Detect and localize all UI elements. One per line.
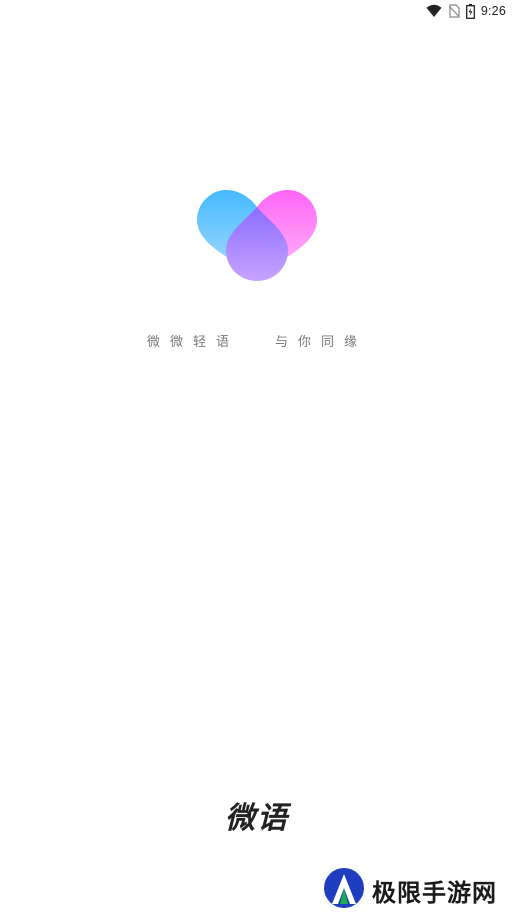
status-bar: 9:26 xyxy=(426,0,514,22)
battery-icon xyxy=(465,3,475,19)
app-logo xyxy=(195,185,319,285)
watermark-logo-icon xyxy=(322,866,366,914)
no-sim-icon xyxy=(448,4,460,18)
splash-screen: 9:26 微微轻语 与你同缘 微语 极限手游网 xyxy=(0,0,514,915)
tagline-part-1: 微微轻语 xyxy=(146,335,239,350)
brand-title: 微语 xyxy=(225,801,289,836)
watermark-text: 极限手游网 xyxy=(372,877,497,907)
clock-time: 9:26 xyxy=(480,4,506,18)
wifi-icon xyxy=(426,4,442,18)
tagline-part-2: 与你同缘 xyxy=(275,335,368,350)
tagline: 微微轻语 与你同缘 xyxy=(0,331,514,350)
watermark: 极限手游网 xyxy=(322,866,497,914)
